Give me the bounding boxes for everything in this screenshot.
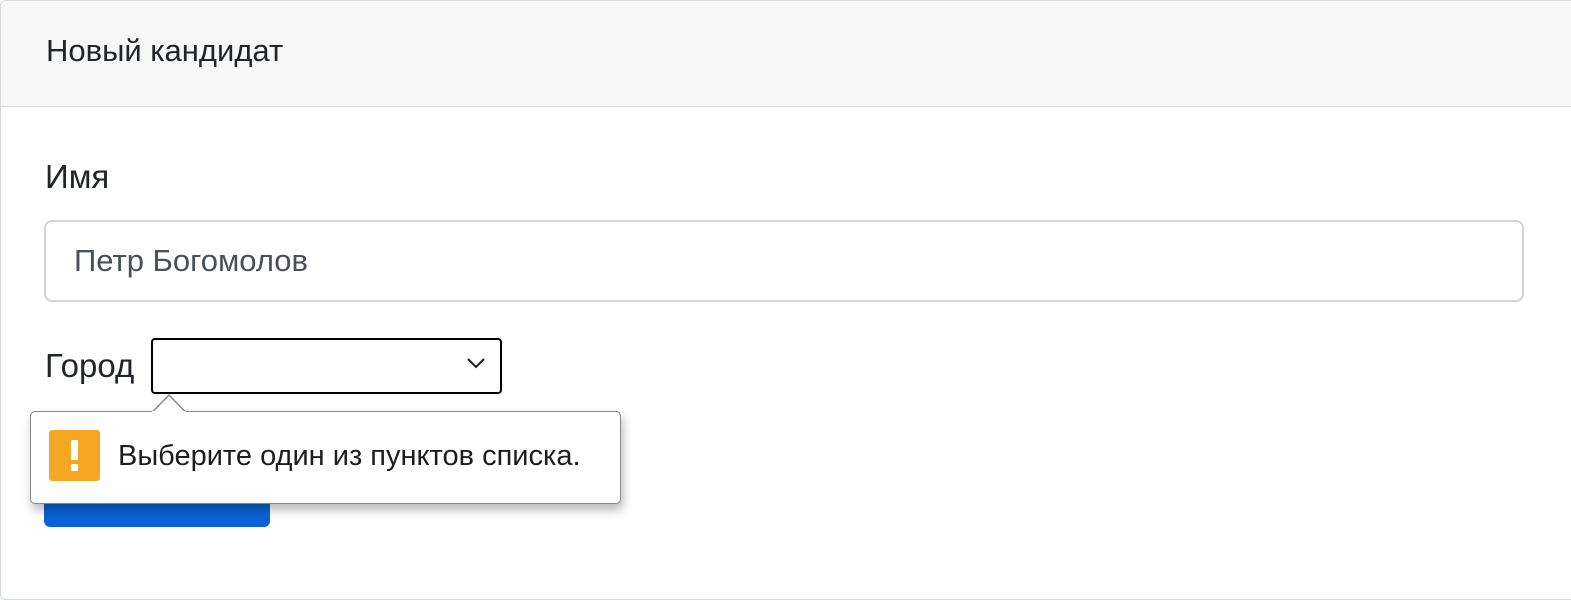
city-select[interactable]: [151, 338, 502, 394]
card-title: Новый кандидат: [46, 33, 284, 68]
validation-tooltip: Выберите один из пунктов списка.: [30, 411, 621, 504]
chevron-down-icon: [467, 358, 485, 369]
tooltip-arrow: [152, 394, 186, 413]
city-label: Город: [45, 347, 135, 384]
validation-message: Выберите один из пунктов списка.: [118, 440, 581, 472]
name-label: Имя: [45, 158, 110, 195]
card-header: Новый кандидат: [1, 1, 1571, 107]
warning-icon: [49, 430, 100, 481]
name-input[interactable]: [44, 220, 1524, 302]
